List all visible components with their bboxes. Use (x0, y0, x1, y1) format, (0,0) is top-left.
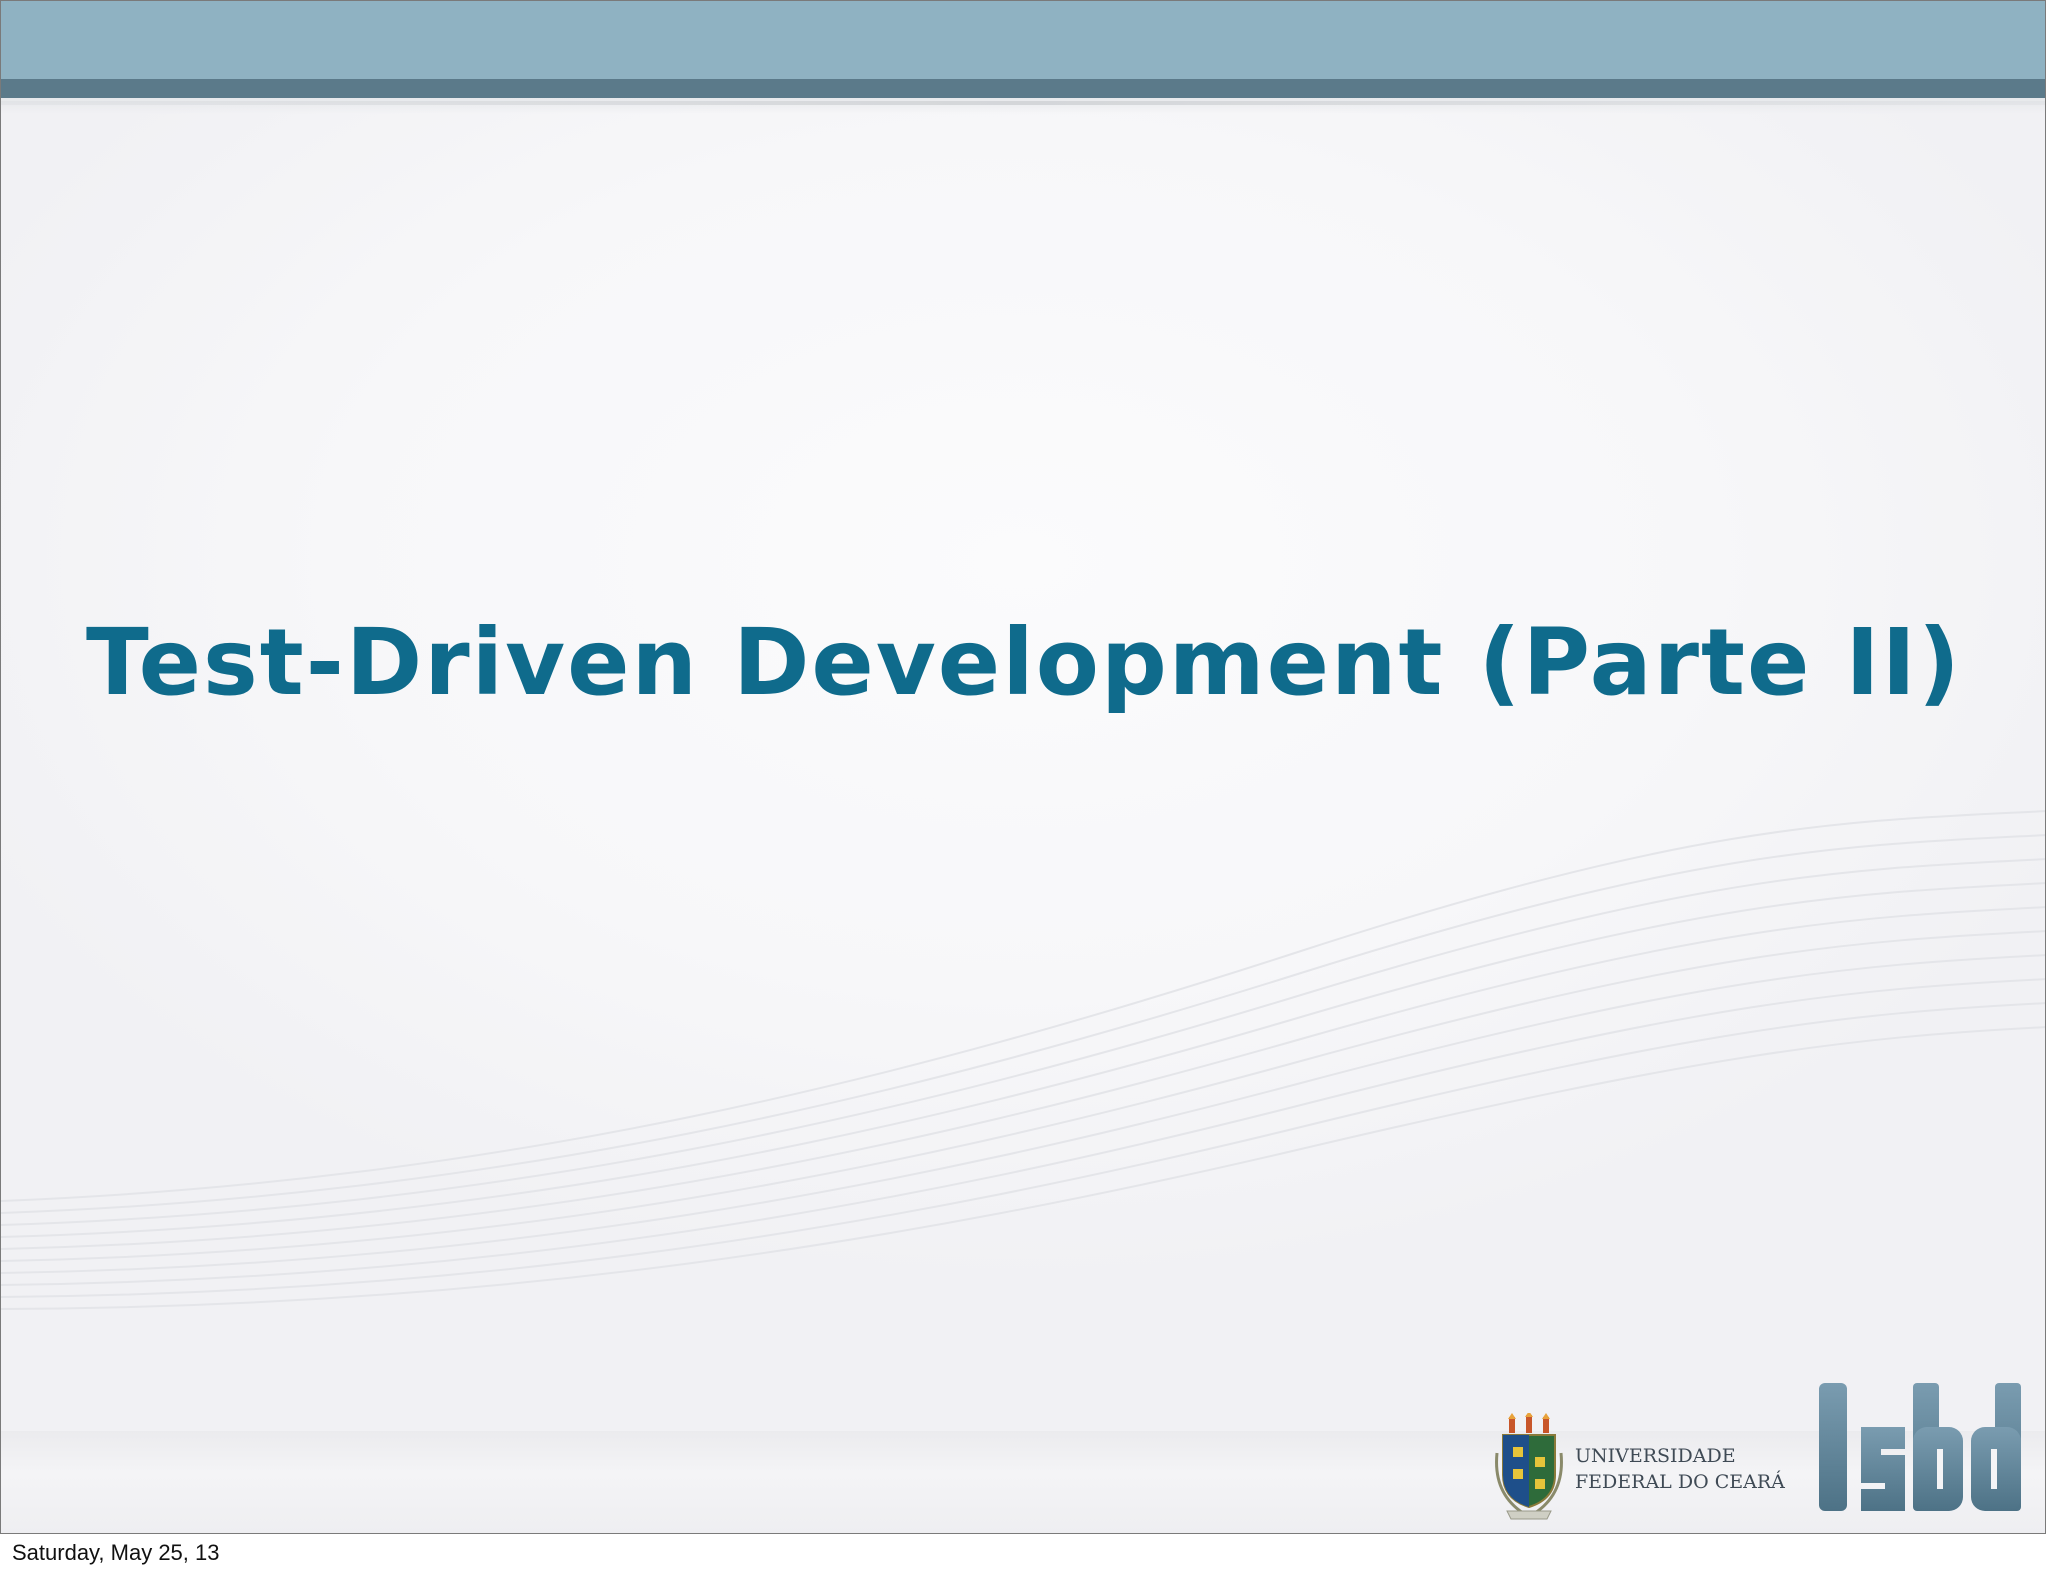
footer-date: Saturday, May 25, 13 (12, 1540, 220, 1565)
ufc-crest-icon (1495, 1413, 1563, 1520)
lsbd-logo (1819, 1383, 2021, 1511)
header-divider (1, 101, 2045, 105)
page: Test-Driven Development (Parte II) UNIVE… (0, 0, 2048, 1576)
background-swoosh (1, 810, 2045, 1310)
slide-title: Test-Driven Development (Parte II) (86, 609, 1962, 716)
ufc-wordmark: UNIVERSIDADE FEDERAL DO CEARÁ (1575, 1443, 1785, 1495)
ufc-line-2: FEDERAL DO CEARÁ (1575, 1471, 1785, 1493)
header-band-stripe (1, 79, 2045, 98)
ufc-line-1: UNIVERSIDADE (1575, 1445, 1736, 1467)
header-band (1, 1, 2045, 81)
ufc-logo: UNIVERSIDADE FEDERAL DO CEARÁ (1493, 1413, 1785, 1523)
slide: Test-Driven Development (Parte II) UNIVE… (0, 0, 2046, 1534)
